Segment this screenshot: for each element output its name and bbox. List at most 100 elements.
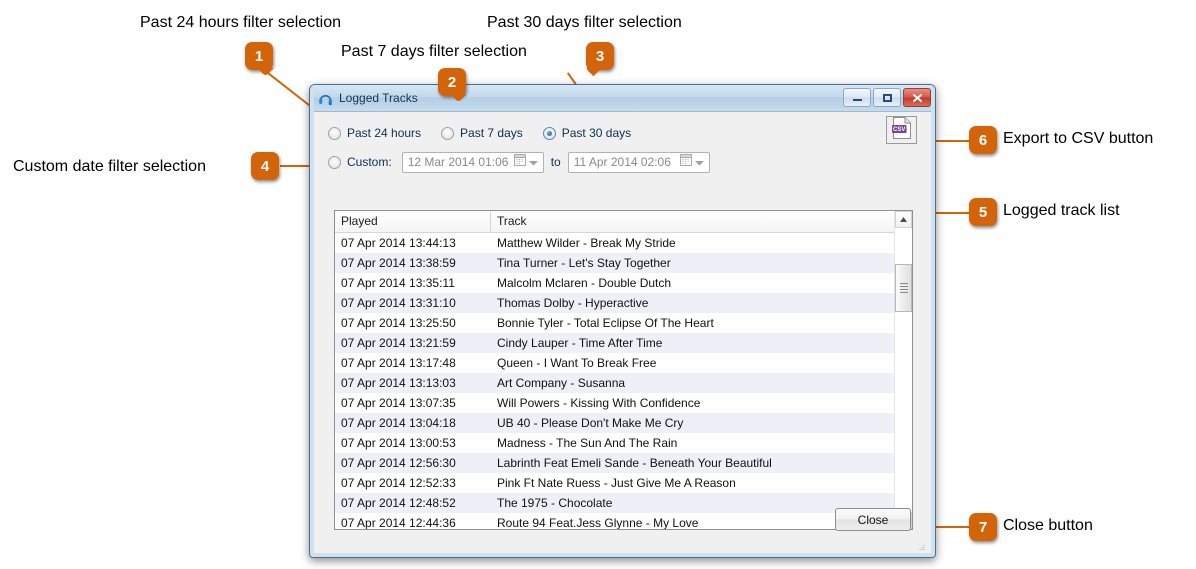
export-to-csv-button[interactable]: CSV xyxy=(886,116,917,144)
cell-track: Thomas Dolby - Hyperactive xyxy=(497,296,649,310)
logged-tracks-dialog: Logged Tracks Past 24 hours Past 7 days … xyxy=(309,84,936,558)
annotation-label-4: Custom date filter selection xyxy=(13,158,206,175)
cell-played: 07 Apr 2014 13:35:11 xyxy=(341,276,455,290)
cell-played: 07 Apr 2014 13:21:59 xyxy=(341,336,456,350)
cell-track: Art Company - Susanna xyxy=(497,376,626,390)
cell-track: Route 94 Feat.Jess Glynne - My Love xyxy=(497,516,699,529)
cell-played: 07 Apr 2014 13:17:48 xyxy=(341,356,456,370)
table-row[interactable]: 07 Apr 2014 12:48:52 The 1975 - Chocolate xyxy=(335,493,894,513)
cell-track: Bonnie Tyler - Total Eclipse Of The Hear… xyxy=(497,316,714,330)
table-row[interactable]: 07 Apr 2014 12:52:33 Pink Ft Nate Ruess -… xyxy=(335,473,894,493)
chevron-down-icon[interactable] xyxy=(694,153,704,171)
filter-panel: Past 24 hours Past 7 days Past 30 days C… xyxy=(314,112,931,174)
annotation-label-7: Close button xyxy=(1003,517,1093,534)
leader-line-6 xyxy=(932,140,974,142)
annotation-label-1: Past 24 hours filter selection xyxy=(140,14,341,31)
maximize-button[interactable] xyxy=(873,88,901,107)
scroll-up-button[interactable] xyxy=(895,211,912,228)
grip-lines-icon xyxy=(899,281,908,295)
window-title: Logged Tracks xyxy=(339,91,418,105)
cell-track: UB 40 - Please Don't Make Me Cry xyxy=(497,416,684,430)
cell-played: 07 Apr 2014 13:00:53 xyxy=(341,436,456,450)
cell-track: Labrinth Feat Emeli Sande - Beneath Your… xyxy=(497,456,772,470)
radio-past-7-days[interactable]: Past 7 days xyxy=(441,126,523,140)
table-row[interactable]: 07 Apr 2014 13:21:59 Cindy Lauper - Time … xyxy=(335,333,894,353)
logged-track-list[interactable]: Played Track 07 Apr 2014 13:44:13 Matthew… xyxy=(334,210,913,530)
title-bar: Logged Tracks xyxy=(310,85,935,112)
table-row[interactable]: 07 Apr 2014 12:56:30 Labrinth Feat Emeli … xyxy=(335,453,894,473)
column-header-track[interactable]: Track xyxy=(491,211,894,232)
table-row[interactable]: 07 Apr 2014 13:07:35 Will Powers - Kissin… xyxy=(335,393,894,413)
cell-track: Tina Turner - Let's Stay Together xyxy=(497,256,671,270)
radio-past-24-hours-label: Past 24 hours xyxy=(347,126,422,140)
close-dialog-button[interactable]: Close xyxy=(835,508,911,531)
column-header-played[interactable]: Played xyxy=(335,211,491,232)
cell-track: Queen - I Want To Break Free xyxy=(497,356,657,370)
cell-track: Pink Ft Nate Ruess - Just Give Me A Reas… xyxy=(497,476,736,490)
list-scrollbar[interactable] xyxy=(894,211,912,529)
window-controls xyxy=(843,88,931,107)
date-from-picker[interactable]: 12 Mar 2014 01:06 xyxy=(401,151,544,173)
table-row[interactable]: 07 Apr 2014 13:13:03 Art Company - Susann… xyxy=(335,373,894,393)
cell-track: Cindy Lauper - Time After Time xyxy=(497,336,663,350)
table-row[interactable]: 07 Apr 2014 13:25:50 Bonnie Tyler - Total… xyxy=(335,313,894,333)
cell-played: 07 Apr 2014 13:07:35 xyxy=(341,396,456,410)
radio-past-7-days-label: Past 7 days xyxy=(460,126,523,140)
calendar-icon xyxy=(513,153,526,171)
radio-custom-label: Custom: xyxy=(347,155,392,169)
date-from-value: 12 Mar 2014 01:06 xyxy=(407,155,509,169)
resize-grip-icon[interactable] xyxy=(915,539,925,550)
date-range-separator: to xyxy=(550,155,561,169)
table-row[interactable]: 07 Apr 2014 13:04:18 UB 40 - Please Don't… xyxy=(335,413,894,433)
cell-track: The 1975 - Chocolate xyxy=(497,496,613,510)
radio-past-30-days-control[interactable] xyxy=(542,126,556,140)
filter-row-custom: Custom: 12 Mar 2014 01:06 to 11 Apr 2014… xyxy=(328,150,931,174)
annotation-label-5: Logged track list xyxy=(1003,202,1120,219)
cell-track: Madness - The Sun And The Rain xyxy=(497,436,678,450)
date-to-picker[interactable]: 11 Apr 2014 02:06 xyxy=(567,151,710,173)
annotation-label-6: Export to CSV button xyxy=(1003,130,1154,147)
cell-track: Malcolm Mclaren - Double Dutch xyxy=(497,276,672,290)
scrollbar-track[interactable] xyxy=(895,228,912,512)
table-row[interactable]: 07 Apr 2014 12:44:36 Route 94 Feat.Jess G… xyxy=(335,513,894,529)
radio-custom-control[interactable] xyxy=(328,155,341,169)
cell-played: 07 Apr 2014 12:48:52 xyxy=(341,496,456,510)
calendar-icon xyxy=(679,153,692,171)
cell-played: 07 Apr 2014 13:13:03 xyxy=(341,376,456,390)
cell-played: 07 Apr 2014 13:44:13 xyxy=(341,236,456,250)
annotation-badge-3: 3 xyxy=(586,42,614,70)
cell-played: 07 Apr 2014 13:38:59 xyxy=(341,256,456,270)
annotation-label-3: Past 30 days filter selection xyxy=(487,14,682,31)
radio-past-7-days-control[interactable] xyxy=(441,126,455,140)
annotation-badge-7: 7 xyxy=(969,513,997,541)
cell-played: 07 Apr 2014 13:25:50 xyxy=(341,316,456,330)
radio-past-24-hours-control[interactable] xyxy=(328,126,341,140)
radio-past-24-hours[interactable]: Past 24 hours xyxy=(328,126,421,140)
annotation-badge-2: 2 xyxy=(438,68,466,96)
table-row[interactable]: 07 Apr 2014 13:00:53 Madness - The Sun An… xyxy=(335,433,894,453)
cell-played: 07 Apr 2014 12:44:36 xyxy=(341,516,456,529)
list-header: Played Track xyxy=(335,211,894,233)
cell-track: Will Powers - Kissing With Confidence xyxy=(497,396,701,410)
minimize-button[interactable] xyxy=(843,88,871,107)
table-row[interactable]: 07 Apr 2014 13:44:13 Matthew Wilder - Bre… xyxy=(335,233,894,253)
dialog-client-area: Past 24 hours Past 7 days Past 30 days C… xyxy=(314,112,931,553)
date-to-value: 11 Apr 2014 02:06 xyxy=(573,155,671,169)
table-row[interactable]: 07 Apr 2014 13:35:11 Malcolm Mclaren - Do… xyxy=(335,273,894,293)
table-row[interactable]: 07 Apr 2014 13:38:59 Tina Turner - Let's … xyxy=(335,253,894,273)
annotation-label-2: Past 7 days filter selection xyxy=(341,43,527,60)
headphones-icon xyxy=(318,91,333,106)
table-row[interactable]: 07 Apr 2014 13:31:10 Thomas Dolby - Hyper… xyxy=(335,293,894,313)
radio-past-30-days[interactable]: Past 30 days xyxy=(542,126,632,140)
radio-past-30-days-label: Past 30 days xyxy=(561,126,632,140)
annotation-badge-4: 4 xyxy=(251,152,279,180)
close-button[interactable] xyxy=(903,88,931,107)
chevron-down-icon[interactable] xyxy=(528,153,538,171)
scrollbar-thumb[interactable] xyxy=(895,264,912,312)
table-row[interactable]: 07 Apr 2014 13:17:48 Queen - I Want To Br… xyxy=(335,353,894,373)
list-rows: 07 Apr 2014 13:44:13 Matthew Wilder - Bre… xyxy=(335,233,894,529)
list-main: Played Track 07 Apr 2014 13:44:13 Matthew… xyxy=(335,211,894,529)
annotation-badge-1: 1 xyxy=(245,42,273,70)
svg-text:CSV: CSV xyxy=(893,127,905,133)
radio-custom[interactable]: Custom: xyxy=(328,155,392,169)
